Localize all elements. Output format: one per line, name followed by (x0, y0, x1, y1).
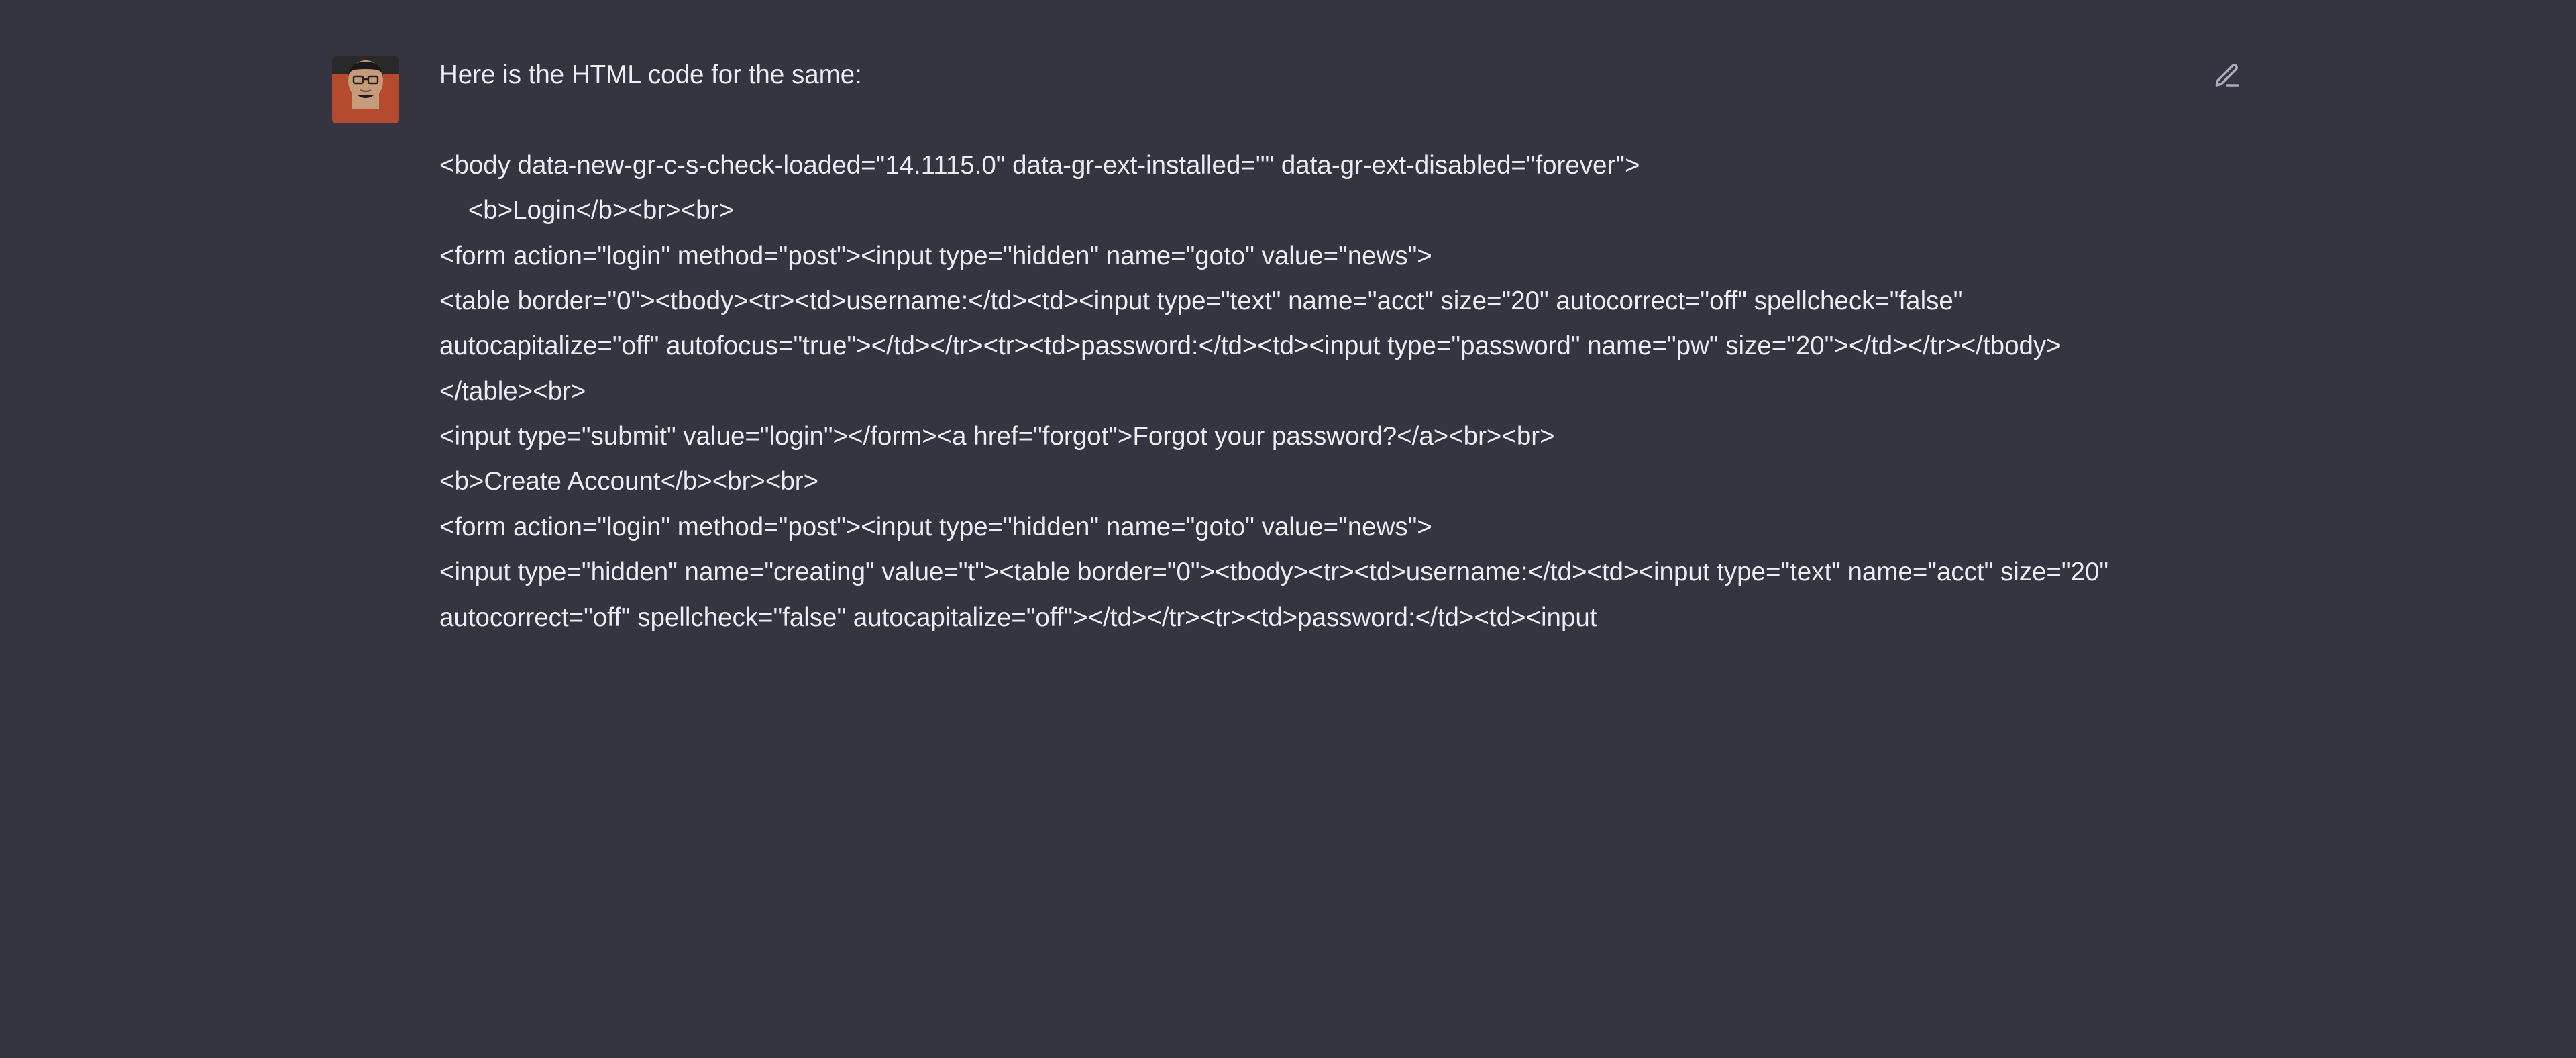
message-code: <body data-new-gr-c-s-check-loaded="14.1… (439, 143, 2150, 640)
message-content: Here is the HTML code for the same: <bod… (439, 52, 2150, 640)
avatar (332, 56, 399, 123)
edit-message-button[interactable] (2210, 59, 2244, 93)
user-message-row: Here is the HTML code for the same: <bod… (0, 52, 2576, 640)
edit-icon (2213, 62, 2241, 90)
message-intro: Here is the HTML code for the same: (439, 52, 2150, 97)
